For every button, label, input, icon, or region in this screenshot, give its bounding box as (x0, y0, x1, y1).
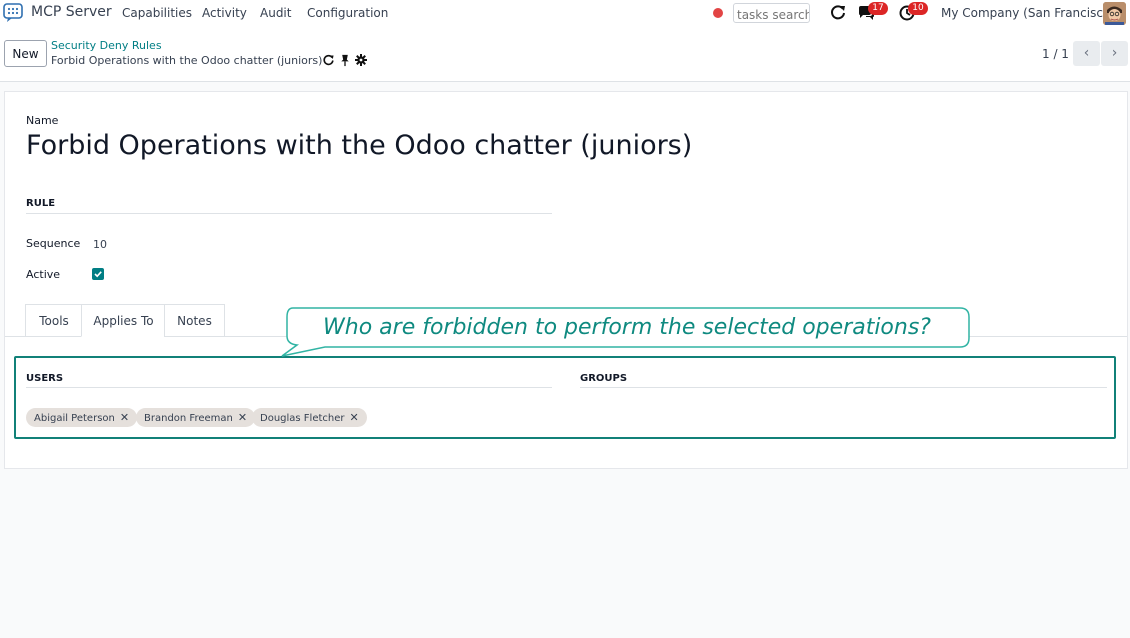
messages-badge: 17 (868, 2, 888, 15)
menu-configuration[interactable]: Configuration (307, 6, 388, 20)
top-navbar: MCP Server Capabilities Activity Audit C… (0, 0, 1130, 26)
name-label: Name (26, 114, 59, 127)
tab-tools-label: Tools (39, 314, 69, 328)
tab-applies-to-label: Applies To (93, 314, 154, 328)
recording-indicator[interactable] (713, 8, 723, 18)
new-button[interactable]: New (4, 40, 47, 67)
pin-icon[interactable] (340, 54, 350, 67)
gear-icon[interactable] (355, 54, 367, 66)
chevron-right-icon: › (1111, 45, 1118, 61)
sync-icon[interactable] (322, 54, 335, 67)
avatar-icon (1103, 2, 1126, 25)
rule-section-title: RULE (26, 198, 56, 209)
tasks-search-input[interactable] (733, 3, 810, 23)
activities-badge: 10 (908, 2, 928, 15)
callout-text: Who are forbidden to perform the selecte… (323, 315, 931, 340)
control-panel: New Security Deny Rules Forbid Operation… (0, 26, 1130, 82)
tab-notes[interactable]: Notes (164, 304, 225, 337)
breadcrumb-parent[interactable]: Security Deny Rules (51, 39, 162, 52)
checkmark-icon (94, 271, 102, 278)
breadcrumb-current: Forbid Operations with the Odoo chatter … (51, 54, 323, 67)
active-label: Active (26, 268, 61, 281)
menu-audit[interactable]: Audit (260, 6, 291, 20)
menu-capabilities[interactable]: Capabilities (122, 6, 192, 20)
company-switcher[interactable]: My Company (San Francisco) (941, 6, 1115, 20)
tab-notes-label: Notes (177, 314, 212, 328)
menu-activity[interactable]: Activity (202, 6, 247, 20)
user-avatar[interactable] (1103, 2, 1126, 25)
tab-tools[interactable]: Tools (25, 304, 83, 337)
record-actions (322, 53, 367, 67)
chevron-left-icon: ‹ (1083, 45, 1090, 61)
pager-previous-button[interactable]: ‹ (1073, 41, 1100, 66)
rule-section-divider (26, 213, 552, 214)
sequence-field[interactable]: 10 (93, 238, 107, 251)
app-name[interactable]: MCP Server (31, 4, 112, 20)
refresh-icon[interactable] (829, 4, 847, 22)
active-checkbox[interactable] (92, 268, 104, 280)
name-field[interactable]: Forbid Operations with the Odoo chatter … (26, 130, 692, 161)
tab-applies-to[interactable]: Applies To (81, 304, 166, 337)
mcp-server-app-icon[interactable] (3, 3, 23, 23)
pager-value[interactable]: 1 / 1 (1042, 47, 1069, 61)
highlight-frame (14, 356, 1116, 439)
sequence-label: Sequence (26, 237, 81, 250)
pager-next-button[interactable]: › (1101, 41, 1128, 66)
